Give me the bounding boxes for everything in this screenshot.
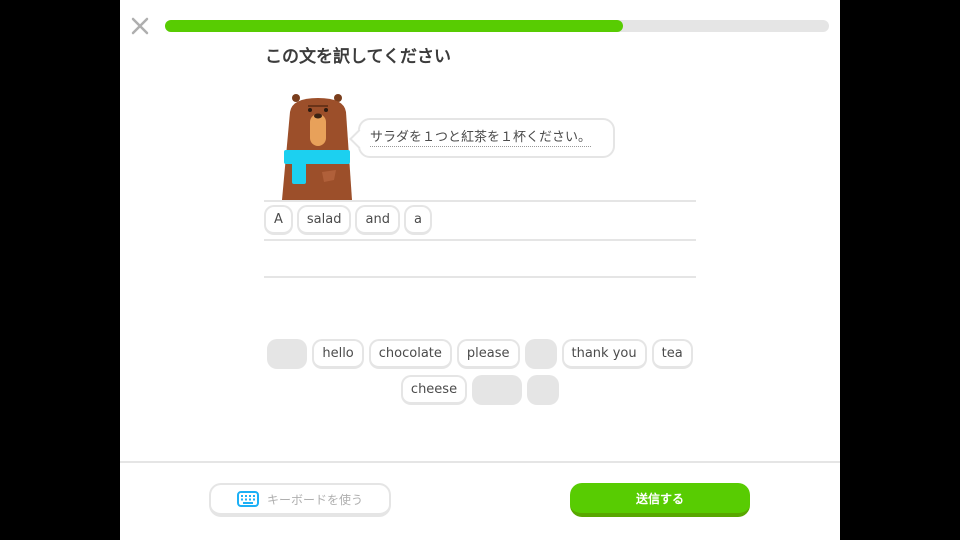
word-bank-row-2: cheese <box>120 375 840 405</box>
word-bank-row-1: hello chocolate please thank you tea <box>120 339 840 369</box>
word-bank-chip[interactable]: hello <box>312 339 364 369</box>
answer-line-1 <box>264 200 696 202</box>
use-keyboard-label: キーボードを使う <box>266 492 363 507</box>
lesson-screen: この文を訳してください サラダを１つと紅茶を１杯ください。 Asalad and a… <box>120 0 840 540</box>
answer-area: Asalad and a <box>264 205 432 235</box>
word-bank-slot-empty <box>472 375 523 405</box>
word-bank-slot-empty <box>267 339 308 369</box>
answer-line-3 <box>264 276 696 278</box>
answer-word-chip[interactable]: salad <box>296 205 352 235</box>
word-bank-chip[interactable]: thank you <box>561 339 647 369</box>
bear-character <box>282 94 352 200</box>
word-bank-slot-empty <box>524 339 557 369</box>
source-sentence[interactable]: サラダを１つと紅茶を１杯ください。 <box>370 129 592 147</box>
word-bank-chip[interactable]: chocolate <box>368 339 452 369</box>
answer-word-chip[interactable]: A <box>264 205 293 235</box>
keyboard-icon <box>236 491 259 507</box>
word-bank-chip[interactable]: please <box>456 339 520 369</box>
answer-word-chip[interactable]: and <box>355 205 400 235</box>
instruction-title: この文を訳してください <box>265 47 451 67</box>
speech-bubble: サラダを１つと紅茶を１杯ください。 <box>349 118 615 158</box>
word-bank-chip[interactable]: cheese <box>400 375 468 405</box>
use-keyboard-button[interactable]: キーボードを使う <box>209 483 391 517</box>
footer-divider <box>120 461 840 463</box>
answer-line-2 <box>264 239 696 241</box>
progress-fill <box>165 20 624 32</box>
progress-bar <box>165 20 829 32</box>
word-bank-chip[interactable]: tea <box>651 339 693 369</box>
word-bank-slot-empty <box>527 375 560 405</box>
close-icon[interactable] <box>130 16 150 36</box>
answer-word-chip[interactable]: a <box>403 205 432 235</box>
submit-button[interactable]: 送信する <box>570 483 750 517</box>
